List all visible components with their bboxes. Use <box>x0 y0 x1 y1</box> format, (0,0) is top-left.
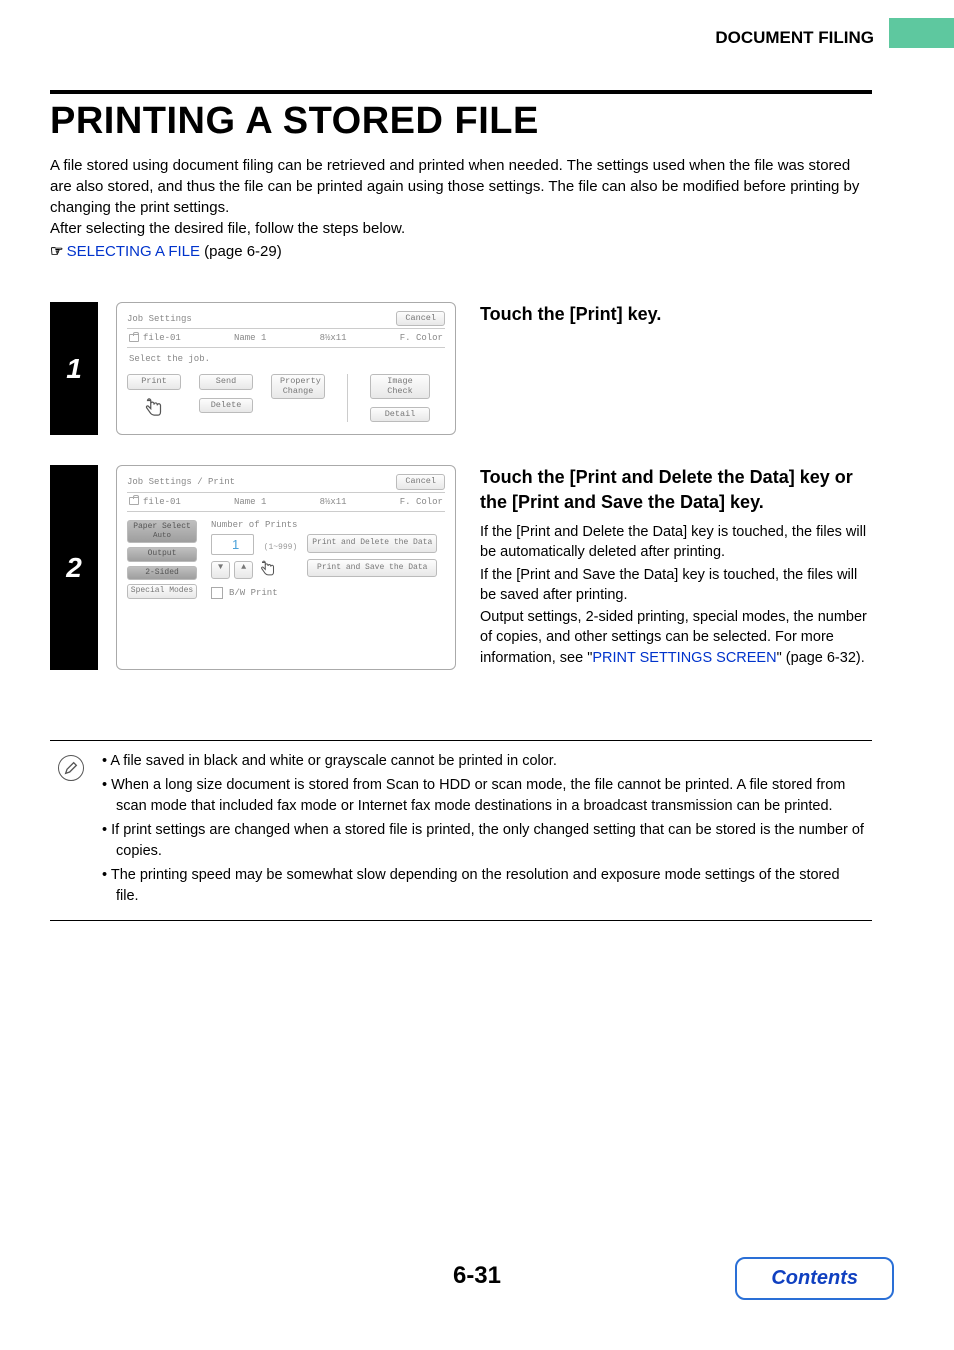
section-header: DOCUMENT FILING <box>715 28 874 48</box>
xref-page: (page 6-29) <box>200 243 282 260</box>
step-2-screen: Job Settings / Print Cancel file-01 Name… <box>116 465 456 670</box>
increment-button[interactable]: ▲ <box>234 561 253 579</box>
special-modes-button[interactable]: Special Modes <box>127 584 197 599</box>
note-2: When a long size document is stored from… <box>102 775 866 817</box>
output-button[interactable]: Output <box>127 547 197 562</box>
pointer-icon: ☞ <box>50 243 62 260</box>
step-1-screen: Job Settings Cancel file-01 Name 1 8½x11… <box>116 302 456 435</box>
delete-button[interactable]: Delete <box>199 398 253 413</box>
note-1: A file saved in black and white or grays… <box>102 751 866 772</box>
intro-p1: A file stored using document filing can … <box>50 155 872 218</box>
file-name: file-01 <box>143 497 181 507</box>
number-of-prints-label: Number of Prints <box>211 520 445 530</box>
send-button[interactable]: Send <box>199 374 253 389</box>
note-icon <box>58 755 84 781</box>
print-and-save-button[interactable]: Print and Save the Data <box>307 559 437 578</box>
xref-link[interactable]: SELECTING A FILE <box>67 243 200 260</box>
file-size: 8½x11 <box>320 333 347 343</box>
file-owner: Name 1 <box>234 497 266 507</box>
divider <box>347 374 348 422</box>
intro-p2: After selecting the desired file, follow… <box>50 218 872 239</box>
step-2-p3: Output settings, 2-sided printing, speci… <box>480 607 872 668</box>
step-1-title: Touch the [Print] key. <box>480 302 872 326</box>
file-owner: Name 1 <box>234 333 266 343</box>
screen1-header: Job Settings <box>127 314 192 324</box>
step-1: 1 Job Settings Cancel file-01 Name 1 8½x… <box>50 302 872 435</box>
print-settings-link[interactable]: PRINT SETTINGS SCREEN <box>592 650 776 666</box>
contents-button[interactable]: Contents <box>735 1257 894 1300</box>
file-icon <box>129 497 139 505</box>
rule-top <box>50 90 872 94</box>
step-2-p2: If the [Print and Save the Data] key is … <box>480 565 872 606</box>
step-1-number: 1 <box>50 302 98 435</box>
hand-cursor-icon <box>257 557 279 579</box>
step-2: 2 Job Settings / Print Cancel file-01 Na… <box>50 465 872 670</box>
file-icon <box>129 334 139 342</box>
intro-xref: ☞ SELECTING A FILE (page 6-29) <box>50 241 872 262</box>
hand-cursor-icon <box>141 394 167 420</box>
bw-print-checkbox[interactable] <box>211 587 223 599</box>
page-title: PRINTING A STORED FILE <box>50 100 872 143</box>
number-of-prints-value: 1 <box>211 534 254 555</box>
two-sided-button[interactable]: 2-Sided <box>127 566 197 581</box>
step-2-number: 2 <box>50 465 98 670</box>
note-4: The printing speed may be somewhat slow … <box>102 865 866 907</box>
decrement-button[interactable]: ▼ <box>211 561 230 579</box>
select-job-label: Select the job. <box>127 348 445 374</box>
property-change-button[interactable]: Property Change <box>271 374 325 399</box>
note-3: If print settings are changed when a sto… <box>102 820 866 862</box>
print-button[interactable]: Print <box>127 374 181 389</box>
cancel-button[interactable]: Cancel <box>396 474 445 489</box>
step-2-title: Touch the [Print and Delete the Data] ke… <box>480 465 872 514</box>
image-check-button[interactable]: Image Check <box>370 374 430 399</box>
notes-block: A file saved in black and white or grays… <box>50 740 872 921</box>
print-and-delete-button[interactable]: Print and Delete the Data <box>307 534 437 553</box>
screen2-header: Job Settings / Print <box>127 477 235 487</box>
cancel-button[interactable]: Cancel <box>396 311 445 326</box>
intro-block: A file stored using document filing can … <box>50 155 872 262</box>
file-color: F. Color <box>400 333 443 343</box>
file-size: 8½x11 <box>320 497 347 507</box>
bw-print-label: B/W Print <box>229 588 278 598</box>
detail-button[interactable]: Detail <box>370 407 430 422</box>
number-range: (1~999) <box>264 543 298 552</box>
paper-select-button[interactable]: Paper Select Auto <box>127 520 197 543</box>
file-name: file-01 <box>143 333 181 343</box>
file-color: F. Color <box>400 497 443 507</box>
section-tab <box>889 18 954 48</box>
step-2-p1: If the [Print and Delete the Data] key i… <box>480 522 872 563</box>
